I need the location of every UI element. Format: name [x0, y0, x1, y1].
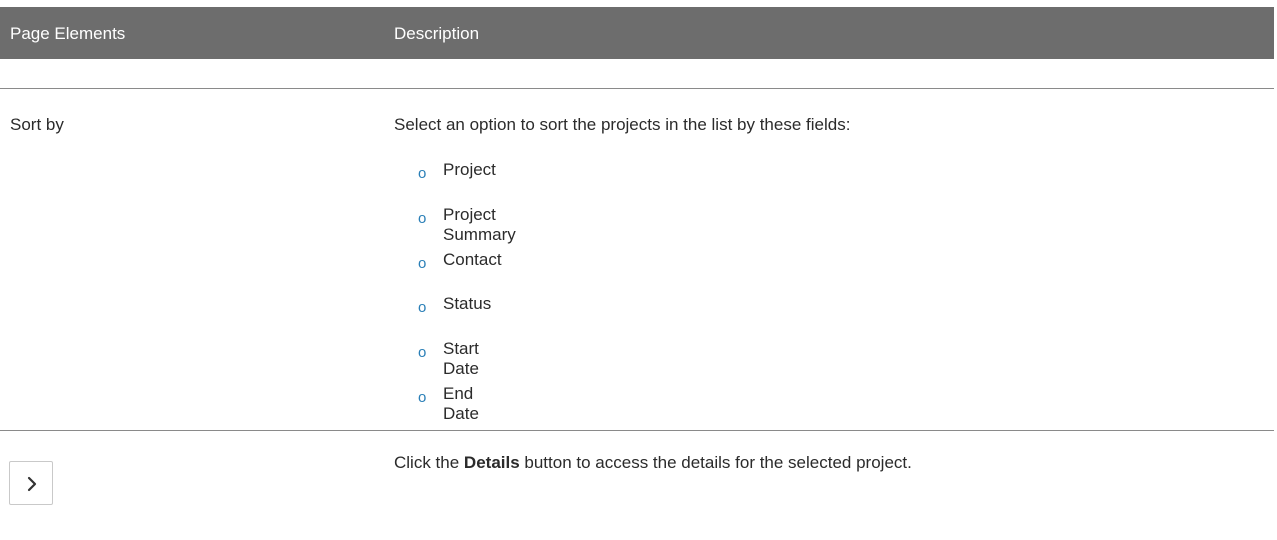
details-description: Click the Details button to access the d…	[394, 453, 912, 473]
details-desc-before: Click the	[394, 453, 464, 472]
bullet-icon: o	[418, 299, 427, 317]
chevron-right-icon	[27, 476, 37, 492]
table-header: Page Elements Description	[0, 7, 1274, 59]
bullet-icon: o	[418, 344, 427, 362]
sort-description: Select an option to sort the projects in…	[394, 115, 851, 134]
sort-option-start-date: Start Date	[443, 339, 479, 379]
sort-option-project-summary: Project Summary	[443, 204, 516, 244]
bullet-icon: o	[418, 254, 427, 272]
row-divider	[0, 430, 1274, 431]
bullet-icon: o	[418, 388, 427, 406]
sort-option-project: Project	[443, 160, 496, 179]
bullet-icon: o	[418, 165, 427, 182]
details-desc-after: button to access the details for the sel…	[519, 453, 912, 472]
sort-by-label: Sort by	[10, 115, 64, 134]
sort-option-end-date: End Date	[443, 383, 479, 423]
details-button[interactable]	[9, 461, 53, 505]
bullet-icon: o	[418, 209, 427, 227]
row-divider	[0, 88, 1274, 89]
column-header-page-elements: Page Elements	[10, 24, 126, 43]
details-desc-bold: Details	[463, 453, 520, 472]
column-header-description: Description	[394, 24, 480, 43]
sort-option-contact: Contact	[443, 249, 502, 269]
sort-option-status: Status	[443, 294, 492, 314]
